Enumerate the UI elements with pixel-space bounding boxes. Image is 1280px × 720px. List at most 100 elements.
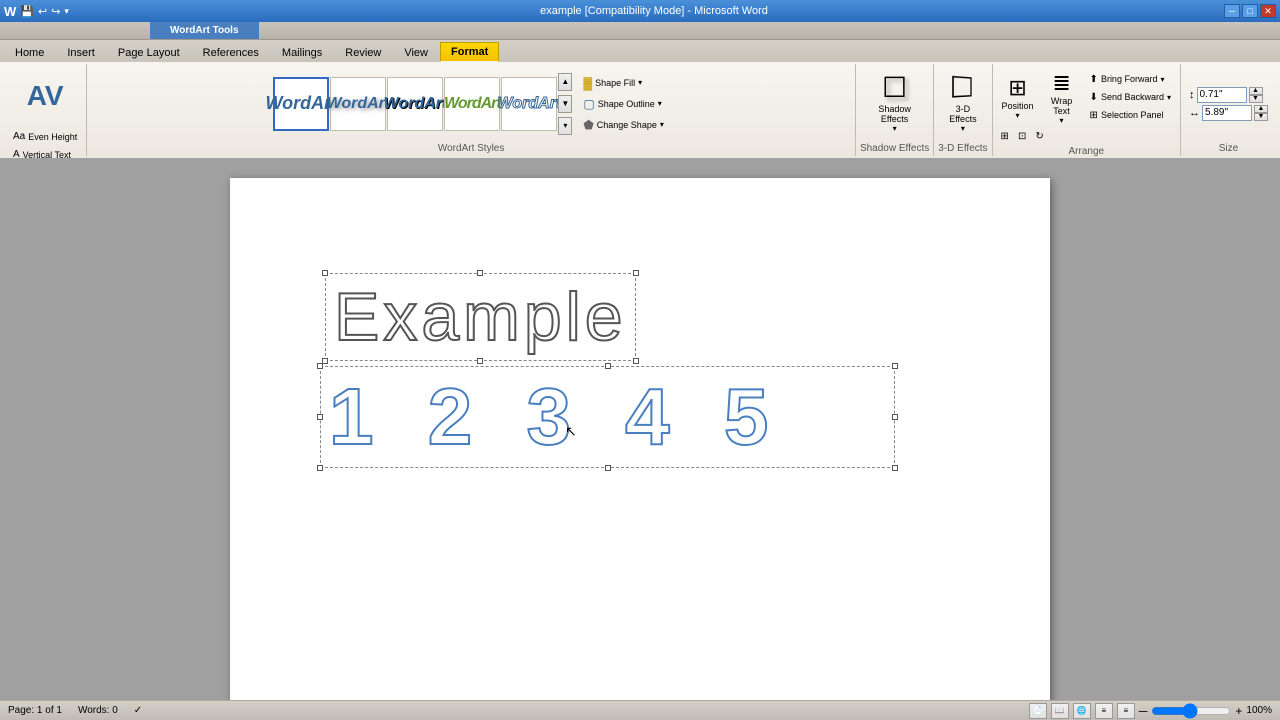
tab-insert[interactable]: Insert	[56, 43, 106, 62]
handle-num-bl[interactable]	[317, 465, 323, 471]
zoom-in-button[interactable]: +	[1235, 704, 1242, 718]
ribbon-group-shadow-effects: ☐ Shadow Effects ▾ Shadow Effects	[856, 64, 934, 156]
shadow-effects-button[interactable]: ☐ Shadow Effects ▾	[871, 73, 919, 135]
even-height-button[interactable]: Aa Even Height	[8, 128, 82, 145]
size-inputs: ↕ ▲ ▼ ↔ ▲ ▼	[1185, 83, 1272, 125]
zoom-out-button[interactable]: ─	[1139, 704, 1148, 718]
handle-num-ml[interactable]	[317, 414, 323, 420]
qat-dropdown[interactable]: ▾	[64, 6, 69, 17]
handle-bm[interactable]	[477, 358, 483, 364]
handle-num-tl[interactable]	[317, 363, 323, 369]
wordart-tools-label: WordArt Tools	[150, 22, 259, 39]
tab-references[interactable]: References	[192, 43, 270, 62]
status-bar: Page: 1 of 1 Words: 0 ✓ 📄 📖 🌐 ≡ ≡ ─ + 10…	[0, 700, 1280, 720]
tab-review[interactable]: Review	[334, 43, 392, 62]
av-spacing-button[interactable]: AV	[20, 66, 70, 126]
ribbon-group-size: ↕ ▲ ▼ ↔ ▲ ▼ Size	[1181, 64, 1276, 156]
gallery-scroll-down[interactable]: ▼	[558, 95, 572, 113]
tab-view[interactable]: View	[393, 43, 439, 62]
ribbon-content: AV Aa Even Height A Vertical Text ≡ Alig…	[0, 62, 1280, 158]
position-button[interactable]: ⊞ Position ▾	[997, 66, 1039, 128]
shadow-effects-group-label: Shadow Effects	[860, 143, 929, 154]
handle-num-br[interactable]	[892, 465, 898, 471]
view-print-button[interactable]: 📄	[1029, 703, 1047, 719]
wordart-numbers-text: 1 2 3 4 5	[329, 372, 784, 461]
tab-mailings[interactable]: Mailings	[271, 43, 333, 62]
3d-effects-group-label: 3-D Effects	[938, 143, 987, 154]
wrap-text-button[interactable]: ≣ WrapText ▾	[1041, 66, 1083, 128]
window-title: example [Compatibility Mode] - Microsoft…	[84, 5, 1224, 17]
wordart-example-text: Example	[334, 279, 627, 355]
size-group-label: Size	[1219, 143, 1238, 154]
change-shape-button[interactable]: ⬟ Change Shape ▾	[578, 115, 669, 135]
tab-page-layout[interactable]: Page Layout	[107, 43, 191, 62]
view-full-reading-button[interactable]: 📖	[1051, 703, 1069, 719]
wordart-gallery: WordArt WordArt WordArt WordArt WordArt …	[273, 73, 572, 135]
height-row: ↕ ▲ ▼	[1189, 87, 1268, 103]
document-area: Example 1 2 3 4 5 ↖	[0, 158, 1280, 700]
gallery-scroll-up[interactable]: ▲	[558, 73, 572, 91]
title-bar: W 💾 ↩ ↪ ▾ example [Compatibility Mode] -…	[0, 0, 1280, 22]
tab-format[interactable]: Format	[440, 42, 499, 62]
shape-outline-button[interactable]: ▢ Shape Outline ▾	[578, 94, 669, 114]
selection-panel-button[interactable]: ⊞ Selection Panel	[1085, 107, 1176, 124]
3d-effects-button[interactable]: ☐ 3-DEffects ▾	[939, 73, 987, 135]
height-input[interactable]	[1197, 87, 1247, 103]
width-icon: ↔	[1189, 107, 1200, 119]
group-button[interactable]: ⊡	[1014, 129, 1030, 144]
qat-redo[interactable]: ↪	[51, 5, 60, 18]
handle-tm[interactable]	[477, 270, 483, 276]
width-spin-up[interactable]: ▲	[1254, 105, 1268, 113]
spell-check-icon[interactable]: ✓	[134, 705, 142, 716]
height-spin-down[interactable]: ▼	[1249, 95, 1263, 103]
gallery-scroll: ▲ ▼ ▾	[558, 73, 572, 135]
width-row: ↔ ▲ ▼	[1189, 105, 1268, 121]
maximize-button[interactable]: □	[1242, 4, 1258, 18]
width-spinner: ▲ ▼	[1254, 105, 1268, 121]
wordart-styles-group-label: WordArt Styles	[438, 143, 505, 154]
zoom-level: 100%	[1246, 705, 1272, 716]
handle-br[interactable]	[633, 358, 639, 364]
app-icon: W	[4, 4, 16, 19]
wordart-style-3[interactable]: WordArt	[387, 77, 443, 131]
bring-forward-button[interactable]: ⬆ Bring Forward ▾	[1085, 71, 1176, 88]
view-draft-button[interactable]: ≡	[1117, 703, 1135, 719]
ribbon-tabs: Home Insert Page Layout References Maili…	[0, 40, 1280, 62]
qat-save[interactable]: 💾	[20, 5, 34, 18]
wordart-style-4[interactable]: WordArt	[444, 77, 500, 131]
view-outline-button[interactable]: ≡	[1095, 703, 1113, 719]
width-input[interactable]	[1202, 105, 1252, 121]
ribbon-group-3d-effects: ☐ 3-DEffects ▾ 3-D Effects	[934, 64, 992, 156]
view-web-button[interactable]: 🌐	[1073, 703, 1091, 719]
words-info: Words: 0	[78, 705, 118, 716]
width-spin-down[interactable]: ▼	[1254, 113, 1268, 121]
wordart-example[interactable]: Example	[325, 273, 995, 361]
ribbon-group-wordart-styles: WordArt WordArt WordArt WordArt WordArt …	[87, 64, 856, 156]
shape-fill-button[interactable]: ▓ Shape Fill ▾	[578, 73, 669, 93]
shape-buttons: ▓ Shape Fill ▾ ▢ Shape Outline ▾ ⬟ Chang…	[578, 73, 669, 135]
gallery-dropdown[interactable]: ▾	[558, 117, 572, 135]
tab-home[interactable]: Home	[4, 43, 55, 62]
wordart-numbers[interactable]: 1 2 3 4 5	[320, 366, 895, 468]
status-right: 📄 📖 🌐 ≡ ≡ ─ + 100%	[1029, 703, 1272, 719]
handle-num-tr[interactable]	[892, 363, 898, 369]
minimize-button[interactable]: ─	[1224, 4, 1240, 18]
handle-tl[interactable]	[322, 270, 328, 276]
handle-tr[interactable]	[633, 270, 639, 276]
send-backward-button[interactable]: ⬇ Send Backward ▾	[1085, 89, 1176, 106]
qat-undo[interactable]: ↩	[38, 5, 47, 18]
close-button[interactable]: ✕	[1260, 4, 1276, 18]
height-spin-up[interactable]: ▲	[1249, 87, 1263, 95]
height-icon: ↕	[1189, 89, 1195, 101]
rotate-button[interactable]: ↻	[1031, 129, 1047, 144]
align-button[interactable]: ⊞	[997, 129, 1013, 144]
handle-num-tm[interactable]	[605, 363, 611, 369]
wordart-style-2[interactable]: WordArt	[330, 77, 386, 131]
wordart-style-1[interactable]: WordArt	[273, 77, 329, 131]
handle-num-bm[interactable]	[605, 465, 611, 471]
zoom-slider[interactable]	[1151, 705, 1231, 717]
page-info: Page: 1 of 1	[8, 705, 62, 716]
handle-num-mr[interactable]	[892, 414, 898, 420]
wordart-style-5[interactable]: WordArt	[501, 77, 557, 131]
height-spinner: ▲ ▼	[1249, 87, 1263, 103]
